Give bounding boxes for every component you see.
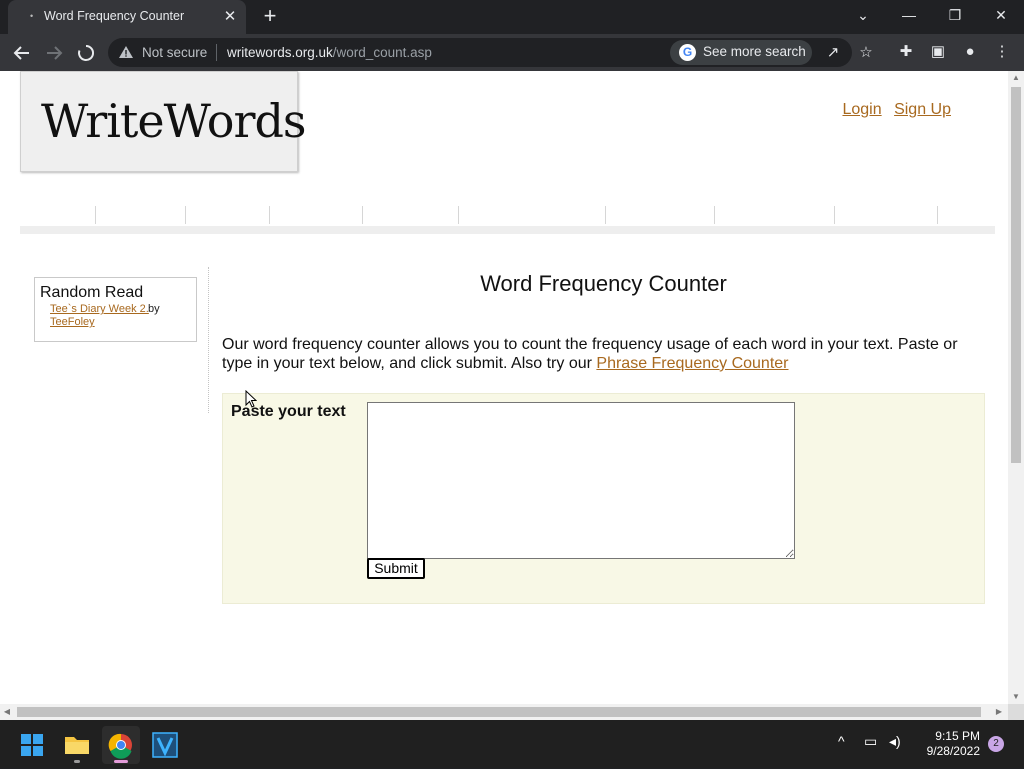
loading-spinner-icon <box>78 44 95 61</box>
tab-strip: • Word Frequency Counter ✕ + ⌄ — ❐ ✕ <box>0 0 1024 34</box>
back-button[interactable] <box>9 40 35 66</box>
clock-date: 9/28/2022 <box>926 744 980 758</box>
folder-icon <box>65 737 89 754</box>
site-logo-box[interactable]: WriteWords <box>20 71 307 172</box>
chrome-menu-icon[interactable]: ⋮ <box>991 41 1013 63</box>
random-read-author-link[interactable]: TeeFoley <box>50 316 95 328</box>
clock-time: 9:15 PM <box>935 729 980 743</box>
new-tab-button[interactable]: + <box>258 5 282 29</box>
submit-button[interactable]: Submit <box>367 558 425 579</box>
text-input-area[interactable] <box>367 402 795 559</box>
nav-divider <box>185 206 186 224</box>
site-logo: WriteWords <box>41 94 307 148</box>
page-title: Word Frequency Counter <box>480 271 727 296</box>
scroll-left-arrow-icon[interactable]: ◀ <box>0 704 14 720</box>
browser-toolbar: Not secure writewords.org.uk/word_count.… <box>0 34 1024 71</box>
stop-loading-button[interactable] <box>73 40 99 66</box>
browser-tab[interactable]: • Word Frequency Counter ✕ <box>8 0 246 34</box>
profile-avatar-icon[interactable]: ● <box>959 41 981 63</box>
vertical-scroll-thumb[interactable] <box>1011 87 1021 463</box>
nav-divider <box>95 206 96 224</box>
volume-icon[interactable]: ◂) <box>889 733 901 750</box>
address-bar[interactable]: Not secure writewords.org.uk/word_count.… <box>108 38 873 67</box>
minimize-button[interactable]: — <box>886 0 932 32</box>
address-divider <box>216 44 217 61</box>
share-icon[interactable]: ↗ <box>823 43 843 63</box>
vivid-app-button[interactable] <box>146 726 184 764</box>
nav-divider <box>362 206 363 224</box>
start-button[interactable] <box>13 726 51 764</box>
horizontal-scroll-thumb[interactable] <box>17 707 981 717</box>
random-read-panel: Random Read Tee`s Diary Week 2. by TeeFo… <box>34 277 197 342</box>
windows-logo-icon <box>21 734 43 756</box>
nav-divider <box>834 206 835 224</box>
intro-text: Our word frequency counter allows you to… <box>222 336 958 372</box>
random-read-title: Random Read <box>40 284 144 301</box>
back-arrow-icon <box>13 46 29 60</box>
mouse-pointer-icon <box>245 390 257 408</box>
bookmark-star-icon[interactable]: ☆ <box>856 43 876 63</box>
intro-paragraph: Our word frequency counter allows you to… <box>222 335 982 373</box>
url-host: writewords.org.uk <box>227 45 333 60</box>
phrase-frequency-link[interactable]: Phrase Frequency Counter <box>596 355 788 372</box>
file-explorer-button[interactable] <box>58 726 96 764</box>
nav-divider <box>458 206 459 224</box>
url-path: /word_count.asp <box>332 45 432 60</box>
side-panel-icon[interactable]: ▣ <box>927 41 949 63</box>
taskbar-clock[interactable]: 9:15 PM 9/28/2022 <box>918 729 980 759</box>
random-read-link[interactable]: Tee`s Diary Week 2. <box>50 303 149 315</box>
scroll-up-arrow-icon[interactable]: ▲ <box>1008 71 1024 85</box>
text-input-form: Paste your text Submit <box>222 393 985 604</box>
nav-underline-band <box>20 226 995 234</box>
not-secure-label: Not secure <box>142 45 208 60</box>
sidebar-divider <box>208 267 209 413</box>
loading-favicon-icon: • <box>30 11 34 21</box>
network-icon[interactable]: ▭ <box>864 733 877 750</box>
login-link[interactable]: Login <box>842 101 881 118</box>
chrome-taskbar-button[interactable] <box>102 726 140 764</box>
tab-title: Word Frequency Counter <box>44 9 185 23</box>
forward-arrow-icon <box>47 46 63 60</box>
close-window-button[interactable]: ✕ <box>978 0 1024 32</box>
see-more-search-chip[interactable]: G See more search <box>670 40 812 65</box>
url-text[interactable]: writewords.org.uk/word_count.asp <box>227 45 432 60</box>
v-app-icon <box>152 732 178 758</box>
tab-search-button[interactable]: ⌄ <box>840 0 886 32</box>
horizontal-scrollbar[interactable]: ◀ ▶ <box>0 704 1008 720</box>
windows-taskbar: ^ ▭ ◂) 9:15 PM 9/28/2022 2 <box>0 720 1024 768</box>
nav-divider <box>937 206 938 224</box>
nav-divider <box>269 206 270 224</box>
signup-link[interactable]: Sign Up <box>894 101 951 118</box>
page-viewport: WriteWords Login Sign Up Random Read Tee… <box>0 71 1008 704</box>
close-tab-icon[interactable]: ✕ <box>220 7 240 27</box>
auth-links: Login Sign Up <box>834 101 951 119</box>
vertical-scrollbar[interactable]: ▲ ▼ <box>1008 71 1024 704</box>
forward-button[interactable] <box>41 40 67 66</box>
notification-badge[interactable]: 2 <box>988 736 1004 752</box>
app-running-indicator <box>74 760 80 763</box>
google-g-icon: G <box>679 44 696 61</box>
restore-button[interactable]: ❐ <box>932 0 978 32</box>
see-more-search-label: See more search <box>703 44 806 59</box>
extensions-puzzle-icon[interactable]: ✚ <box>895 41 917 63</box>
random-read-by: by <box>148 303 160 315</box>
scroll-down-arrow-icon[interactable]: ▼ <box>1008 690 1024 704</box>
app-active-indicator <box>114 760 128 763</box>
warning-icon <box>119 46 133 58</box>
nav-divider <box>605 206 606 224</box>
nav-divider <box>714 206 715 224</box>
scroll-right-arrow-icon[interactable]: ▶ <box>992 704 1006 720</box>
scrollbar-corner <box>1008 704 1024 720</box>
show-hidden-icons-chevron-icon[interactable]: ^ <box>838 733 845 749</box>
chrome-logo-icon <box>108 733 132 759</box>
